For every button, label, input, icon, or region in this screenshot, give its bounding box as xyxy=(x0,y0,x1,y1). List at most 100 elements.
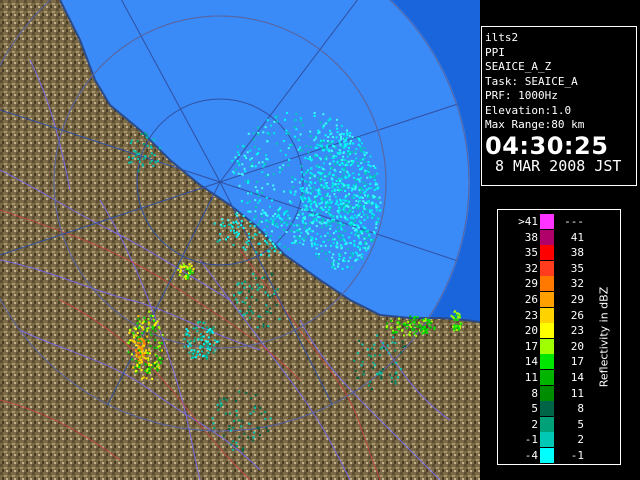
echo-pixel xyxy=(211,328,214,331)
echo-pixel xyxy=(336,118,338,121)
echo-pixel xyxy=(284,154,287,157)
legend-swatch xyxy=(540,401,554,417)
echo-pixel xyxy=(375,223,378,226)
echo-pixel xyxy=(416,325,419,328)
echo-pixel xyxy=(225,398,228,401)
echo-pixel xyxy=(158,359,161,362)
echo-pixel xyxy=(360,204,363,207)
echo-pixel xyxy=(363,185,366,187)
echo-pixel xyxy=(288,217,291,220)
echo-pixel xyxy=(132,340,135,343)
echo-pixel xyxy=(300,165,303,168)
echo-pixel xyxy=(318,131,321,134)
echo-pixel xyxy=(134,327,137,330)
echo-pixel xyxy=(355,184,358,187)
scan-date: 8 MAR 2008 JST xyxy=(495,156,622,175)
echo-pixel xyxy=(322,208,325,211)
echo-pixel xyxy=(346,265,349,268)
echo-pixel xyxy=(140,369,143,372)
echo-pixel xyxy=(347,150,350,153)
echo-pixel xyxy=(326,148,329,151)
echo-pixel xyxy=(376,372,379,375)
echo-pixel xyxy=(327,239,330,242)
echo-pixel xyxy=(314,154,317,157)
echo-pixel xyxy=(315,252,318,255)
echo-pixel xyxy=(137,326,140,329)
echo-pixel xyxy=(217,408,220,411)
echo-pixel xyxy=(361,142,363,145)
echo-pixel xyxy=(309,192,312,195)
echo-pixel xyxy=(272,215,275,218)
echo-pixel xyxy=(334,202,337,205)
echo-pixel xyxy=(156,320,159,323)
echo-pixel xyxy=(147,359,150,362)
echo-pixel xyxy=(236,301,239,304)
echo-pixel xyxy=(301,219,304,222)
echo-pixel xyxy=(378,371,381,374)
echo-pixel xyxy=(206,351,209,354)
echo-pixel xyxy=(357,173,360,176)
echo-pixel xyxy=(146,351,149,354)
echo-pixel xyxy=(373,232,376,235)
echo-pixel xyxy=(364,194,366,197)
echo-pixel xyxy=(236,160,239,163)
echo-pixel xyxy=(348,236,351,239)
echo-pixel xyxy=(320,184,323,186)
echo-pixel xyxy=(250,310,253,313)
echo-pixel xyxy=(248,232,250,235)
echo-pixel xyxy=(245,296,248,299)
echo-pixel xyxy=(315,135,318,138)
echo-pixel xyxy=(293,125,296,128)
echo-pixel xyxy=(264,219,267,222)
echo-pixel xyxy=(353,214,356,217)
echo-pixel xyxy=(302,199,305,202)
echo-pixel xyxy=(221,225,223,228)
echo-pixel xyxy=(367,247,370,250)
echo-pixel xyxy=(214,339,216,342)
echo-pixel xyxy=(268,307,271,310)
echo-pixel xyxy=(366,176,369,179)
echo-pixel xyxy=(253,431,256,434)
echo-pixel xyxy=(335,124,338,127)
echo-pixel xyxy=(311,214,314,217)
echo-pixel xyxy=(356,352,359,355)
echo-pixel xyxy=(149,331,152,334)
echo-pixel xyxy=(257,223,260,226)
echo-pixel xyxy=(216,340,218,343)
echo-pixel xyxy=(319,121,322,124)
echo-pixel xyxy=(137,169,140,172)
echo-pixel xyxy=(206,347,209,350)
echo-pixel xyxy=(257,315,260,318)
echo-pixel xyxy=(270,217,273,220)
echo-pixel xyxy=(302,243,305,246)
legend-swatch xyxy=(540,354,554,370)
echo-pixel xyxy=(274,247,277,250)
echo-pixel xyxy=(352,160,355,162)
legend-swatch xyxy=(540,432,554,448)
echo-pixel xyxy=(282,228,285,231)
echo-pixel xyxy=(331,140,334,143)
echo-pixel xyxy=(341,146,344,149)
legend-row: 58 xyxy=(498,401,584,417)
echo-pixel xyxy=(233,232,236,235)
echo-pixel xyxy=(317,255,320,258)
echo-pixel xyxy=(349,164,352,167)
echo-pixel xyxy=(204,341,207,344)
echo-pixel xyxy=(242,314,245,317)
echo-pixel xyxy=(336,131,339,134)
echo-pixel xyxy=(392,329,395,332)
echo-pixel xyxy=(414,324,416,327)
echo-pixel xyxy=(242,227,245,229)
scan-time: 04:30:25 xyxy=(485,131,609,160)
echo-pixel xyxy=(237,225,240,228)
echo-pixel xyxy=(195,326,198,329)
echo-pixel xyxy=(299,120,302,123)
echo-pixel xyxy=(344,252,347,255)
echo-pixel xyxy=(409,315,412,318)
echo-pixel xyxy=(245,157,248,160)
echo-pixel xyxy=(264,417,267,420)
echo-pixel xyxy=(202,354,205,357)
echo-pixel xyxy=(334,176,337,179)
echo-pixel xyxy=(283,213,285,216)
echo-pixel xyxy=(265,154,267,157)
